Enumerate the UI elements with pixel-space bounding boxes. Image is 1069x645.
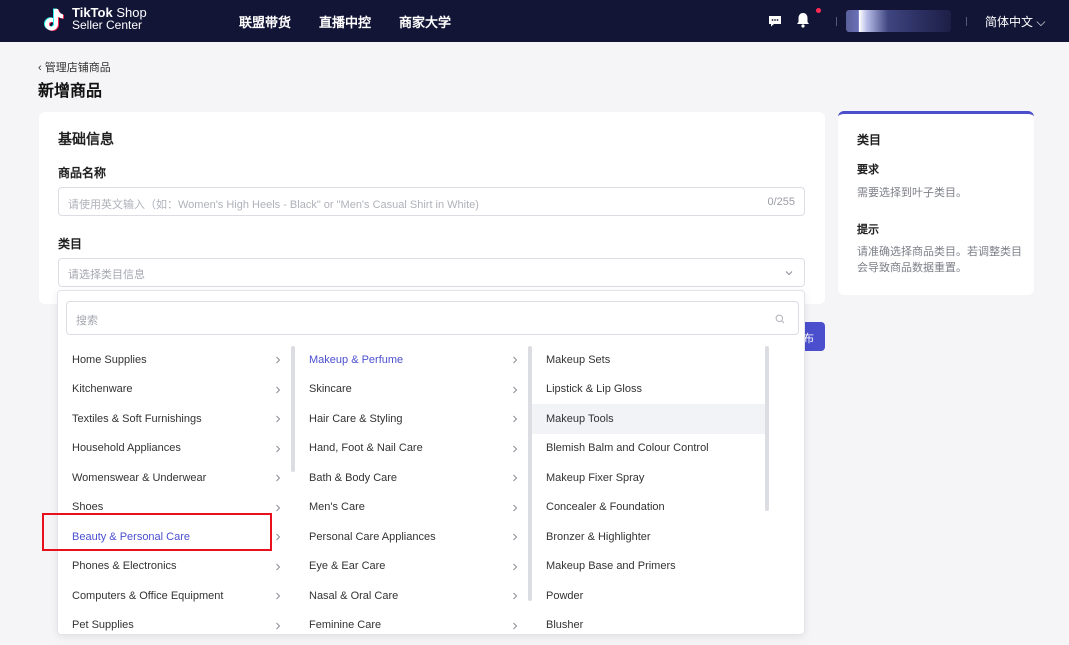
search-placeholder: 搜索	[76, 315, 98, 327]
bell-icon[interactable]	[796, 12, 810, 28]
tiktok-logo-icon	[44, 8, 64, 31]
category-column-level2: Makeup & Perfume Skincare Hair Care & St…	[295, 345, 532, 635]
basic-info-card: 基础信息 商品名称 请使用英文输入（如：Women's High Heels -…	[39, 112, 825, 304]
chevron-right-icon	[513, 622, 518, 629]
list-item[interactable]: Hair Care & Styling	[295, 404, 532, 434]
chevron-right-icon	[276, 592, 281, 600]
category-label: 类目	[58, 237, 83, 251]
scrollbar-level3[interactable]	[765, 346, 769, 511]
char-counter: 0/255	[767, 196, 795, 208]
help-title: 类目	[857, 133, 882, 147]
page-title: 新增商品	[38, 83, 103, 100]
list-item[interactable]: Nasal & Oral Care	[295, 581, 532, 611]
chevron-right-icon	[276, 504, 281, 511]
search-icon	[775, 314, 785, 324]
logo-text: TikTok Shop Seller Center	[72, 6, 147, 32]
chevron-right-icon	[513, 504, 518, 511]
scrollbar-level2[interactable]	[528, 346, 532, 601]
list-item[interactable]: Eye & Ear Care	[295, 552, 532, 582]
list-item[interactable]: Womenswear & Underwear	[58, 463, 295, 493]
list-item[interactable]: Feminine Care	[295, 611, 532, 635]
nav-affiliate[interactable]: 联盟带货	[239, 12, 291, 31]
chevron-right-icon	[513, 474, 518, 482]
main-nav: 联盟带货 直播中控 商家大学	[239, 0, 451, 42]
scrollbar-level1[interactable]	[291, 346, 295, 472]
list-item[interactable]: Skincare	[295, 375, 532, 405]
divider	[836, 17, 837, 26]
list-item[interactable]: Lipstick & Lip Gloss	[532, 375, 769, 405]
category-column-level1: Home Supplies Kitchenware Textiles & Sof…	[58, 345, 295, 635]
list-item[interactable]: Bath & Body Care	[295, 463, 532, 493]
list-item-selected[interactable]: Makeup & Perfume	[295, 345, 532, 375]
list-item[interactable]: Textiles & Soft Furnishings	[58, 404, 295, 434]
list-item[interactable]: Blemish Balm and Colour Control	[532, 434, 769, 464]
chevron-down-icon	[785, 271, 793, 276]
chevron-right-icon	[276, 415, 281, 423]
list-item[interactable]: Makeup Sets	[532, 345, 769, 375]
account-avatar-redacted[interactable]	[846, 10, 951, 32]
logo-line2: Seller Center	[72, 18, 143, 32]
list-item[interactable]: Kitchenware	[58, 375, 295, 405]
nav-seller-university[interactable]: 商家大学	[399, 12, 451, 31]
chevron-right-icon	[276, 622, 281, 629]
list-item[interactable]: Men's Care	[295, 493, 532, 523]
chevron-right-icon	[276, 474, 281, 482]
list-item[interactable]: Bronzer & Highlighter	[532, 522, 769, 552]
help-requirement-title: 要求	[857, 164, 879, 176]
tiktok-shop-logo[interactable]: TikTok Shop Seller Center	[40, 6, 147, 32]
chevron-right-icon	[513, 415, 518, 423]
list-item[interactable]: Makeup Base and Primers	[532, 552, 769, 582]
list-item[interactable]: Powder	[532, 581, 769, 611]
chevron-right-icon	[513, 592, 518, 600]
breadcrumb-back[interactable]: ‹ 管理店铺商品	[38, 59, 111, 75]
help-tip-title: 提示	[857, 224, 879, 236]
product-name-placeholder: 请使用英文输入（如：Women's High Heels - Black" or…	[68, 199, 479, 211]
help-requirement-text: 需要选择到叶子类目。	[857, 187, 967, 199]
list-item-hovered[interactable]: Makeup Tools	[532, 404, 769, 434]
chevron-right-icon	[276, 386, 281, 393]
highlight-annotation-box	[42, 513, 272, 551]
chevron-right-icon	[276, 356, 281, 364]
chevron-right-icon	[513, 445, 518, 452]
help-tip-text: 请准确选择商品类目。若调整类目会导致商品数据重置。	[857, 246, 1022, 274]
list-item[interactable]: Makeup Fixer Spray	[532, 463, 769, 493]
section-title: 基础信息	[58, 131, 114, 147]
category-search-input[interactable]: 搜索	[66, 301, 799, 335]
list-item[interactable]: Personal Care Appliances	[295, 522, 532, 552]
chevron-right-icon	[276, 445, 281, 452]
list-item[interactable]: Hand, Foot & Nail Care	[295, 434, 532, 464]
chevron-right-icon	[513, 356, 518, 364]
nav-live-control[interactable]: 直播中控	[319, 12, 371, 31]
category-placeholder: 请选择类目信息	[68, 269, 145, 281]
list-item[interactable]: Computers & Office Equipment	[58, 581, 295, 611]
product-name-input[interactable]: 请使用英文输入（如：Women's High Heels - Black" or…	[58, 187, 805, 216]
category-cascader: 搜索 Home Supplies Kitchenware Textiles & …	[57, 290, 805, 635]
product-name-label: 商品名称	[58, 166, 107, 180]
list-item[interactable]: Concealer & Foundation	[532, 493, 769, 523]
chevron-right-icon	[276, 563, 281, 570]
list-item[interactable]: Household Appliances	[58, 434, 295, 464]
chevron-right-icon	[513, 533, 518, 541]
notification-dot	[816, 8, 821, 13]
category-help-panel: 类目 要求 需要选择到叶子类目。 提示 请准确选择商品类目。若调整类目会导致商品…	[838, 111, 1034, 295]
chevron-right-icon	[513, 563, 518, 570]
chevron-right-icon	[276, 533, 281, 541]
message-icon[interactable]	[768, 15, 782, 27]
chevron-right-icon	[513, 386, 518, 393]
list-item[interactable]: Blusher	[532, 611, 769, 635]
category-select[interactable]: 请选择类目信息	[58, 258, 805, 287]
category-column-level3: Makeup Sets Lipstick & Lip Gloss Makeup …	[532, 345, 769, 635]
divider	[966, 17, 967, 26]
list-item[interactable]: Home Supplies	[58, 345, 295, 375]
language-selector[interactable]: 简体中文 ⌵	[985, 13, 1045, 30]
list-item[interactable]: Pet Supplies	[58, 611, 295, 635]
list-item[interactable]: Phones & Electronics	[58, 552, 295, 582]
